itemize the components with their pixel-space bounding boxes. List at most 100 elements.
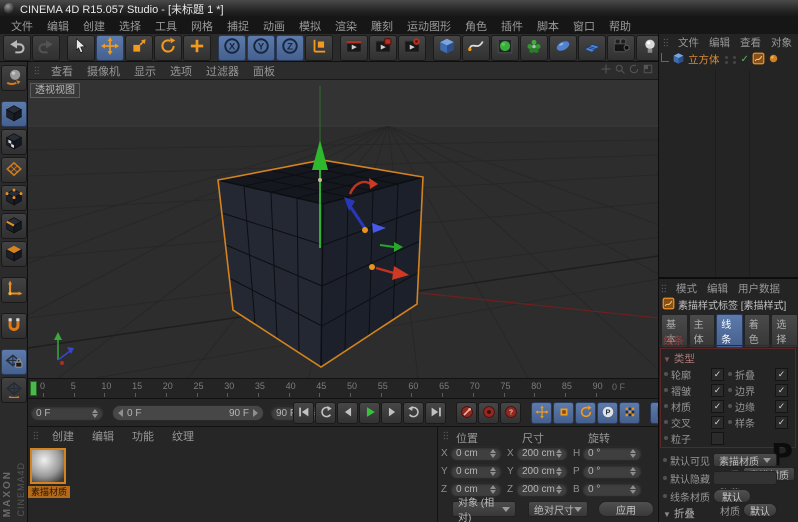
undo-button[interactable]: [3, 35, 31, 61]
material-thumbnail[interactable]: [30, 448, 66, 484]
play-loop-button[interactable]: [403, 402, 424, 424]
menu-item-8[interactable]: 模拟: [292, 17, 328, 35]
coord-stepper[interactable]: [490, 467, 496, 476]
current-frame-field[interactable]: 0 F: [30, 405, 104, 421]
type-group-header[interactable]: ▼类型: [663, 351, 695, 366]
lock-y-axis-button[interactable]: Y: [247, 35, 275, 61]
viewport-label[interactable]: 透视视图: [30, 83, 80, 98]
line-type-checkbox[interactable]: ✓: [711, 384, 724, 397]
coord-r-field[interactable]: 0 °: [582, 446, 642, 461]
om-menu-item-1[interactable]: 编辑: [704, 35, 735, 50]
coord-stepper[interactable]: [490, 485, 496, 494]
gizmo-handle-2[interactable]: [369, 264, 375, 270]
viewport-rotate-icon[interactable]: [628, 63, 640, 78]
viewport-menu-item-4[interactable]: 过滤器: [199, 63, 246, 79]
menu-item-15[interactable]: 窗口: [566, 17, 602, 35]
coord-r-field[interactable]: 0 °: [582, 482, 642, 497]
coord-p-field[interactable]: 0 cm: [450, 446, 502, 461]
viewport-menu-item-5[interactable]: 面板: [246, 63, 282, 79]
coord-p-field[interactable]: 0 cm: [450, 464, 502, 479]
coord-stepper[interactable]: [490, 449, 496, 458]
workplane-mode-button[interactable]: [1, 157, 27, 183]
live-selection-button[interactable]: [67, 35, 95, 61]
render-settings-button[interactable]: [398, 35, 426, 61]
coord-s-field[interactable]: 200 cm: [516, 446, 568, 461]
timeline-playhead[interactable]: [30, 381, 37, 396]
workplane-snap-button[interactable]: [1, 349, 27, 375]
object-manager-grip-icon[interactable]: [661, 37, 672, 48]
timeline-ruler[interactable]: 0510152025303540455055606570758085900 F: [28, 378, 658, 398]
om-menu-item-2[interactable]: 查看: [735, 35, 766, 50]
am-menu-item-2[interactable]: 用户数据: [733, 281, 785, 296]
title-bar[interactable]: CINEMA 4D R15.057 Studio - [未标题 1 *]: [0, 0, 798, 17]
line-type-checkbox[interactable]: ✓: [775, 384, 788, 397]
record-keyframe-button[interactable]: [456, 402, 477, 424]
gizmo-handle-1[interactable]: [362, 227, 368, 233]
line-type-checkbox[interactable]: ✓: [775, 400, 788, 413]
play-backwards-button[interactable]: [315, 402, 336, 424]
viewport-zoom-icon[interactable]: [614, 63, 626, 78]
previous-frame-button[interactable]: [337, 402, 358, 424]
sketch-style-tag[interactable]: [752, 52, 765, 68]
add-environment-button[interactable]: [549, 35, 577, 61]
line-type-checkbox[interactable]: ✓: [775, 416, 788, 429]
attributes-grip-icon[interactable]: [659, 283, 670, 294]
menu-item-1[interactable]: 编辑: [40, 17, 76, 35]
material-menu-item-2[interactable]: 功能: [123, 428, 163, 444]
line-type-checkbox[interactable]: ✓: [775, 368, 788, 381]
menu-item-2[interactable]: 创建: [76, 17, 112, 35]
coord-stepper[interactable]: [556, 485, 562, 494]
size-mode-dropdown[interactable]: 绝对尺寸: [528, 501, 588, 517]
add-camera-button[interactable]: [607, 35, 635, 61]
enable-axis-button[interactable]: [1, 277, 27, 303]
play-forwards-button[interactable]: [359, 402, 380, 424]
go-to-end-button[interactable]: [425, 402, 446, 424]
phong-tag[interactable]: [768, 53, 779, 67]
key-parameter-button[interactable]: P: [597, 402, 618, 424]
menu-item-11[interactable]: 运动图形: [400, 17, 458, 35]
redo-button[interactable]: [32, 35, 60, 61]
next-frame-button[interactable]: [381, 402, 402, 424]
viewport-grip-icon[interactable]: [32, 65, 43, 76]
coordinate-mode-dropdown[interactable]: 对象 (相对): [452, 501, 516, 517]
apply-button[interactable]: 应用: [598, 501, 654, 517]
viewport-pan-icon[interactable]: [600, 63, 612, 78]
key-scale-button[interactable]: [553, 402, 574, 424]
menu-item-5[interactable]: 网格: [184, 17, 220, 35]
object-name[interactable]: 立方体: [688, 52, 720, 67]
cube-object-icon[interactable]: [672, 52, 685, 68]
add-floor-button[interactable]: [578, 35, 606, 61]
panel-splitter[interactable]: [659, 277, 798, 279]
add-subdivision-surface-button[interactable]: [491, 35, 519, 61]
menu-item-16[interactable]: 帮助: [602, 17, 638, 35]
menu-item-6[interactable]: 捕捉: [220, 17, 256, 35]
go-to-start-button[interactable]: [293, 402, 314, 424]
locked-workplane-button[interactable]: [1, 377, 27, 403]
add-spline-button[interactable]: [462, 35, 490, 61]
coord-stepper[interactable]: [556, 467, 562, 476]
enable-snap-button[interactable]: [1, 313, 27, 339]
menu-item-7[interactable]: 动画: [256, 17, 292, 35]
menu-item-10[interactable]: 雕刻: [364, 17, 400, 35]
menu-item-4[interactable]: 工具: [148, 17, 184, 35]
om-menu-item-3[interactable]: 对象: [766, 35, 797, 50]
menu-item-13[interactable]: 插件: [494, 17, 530, 35]
render-view-button[interactable]: [340, 35, 368, 61]
am-menu-item-1[interactable]: 编辑: [702, 281, 733, 296]
coord-r-field[interactable]: 0 °: [582, 464, 642, 479]
edges-mode-button[interactable]: [1, 213, 27, 239]
lock-z-axis-button[interactable]: Z: [276, 35, 304, 61]
attribute-row-dropdown[interactable]: [713, 471, 777, 485]
materials-grip-icon[interactable]: [31, 430, 42, 441]
attribute-row-dropdown[interactable]: 素描材质: [713, 453, 777, 467]
viewport-menu-item-2[interactable]: 显示: [127, 63, 163, 79]
key-position-button[interactable]: [531, 402, 552, 424]
perspective-viewport[interactable]: 查看摄像机显示选项过滤器面板 透视视图: [28, 62, 658, 378]
make-editable-button[interactable]: [1, 65, 27, 91]
range-left-arrow[interactable]: [118, 409, 123, 417]
viewport-menu-item-1[interactable]: 摄像机: [80, 63, 127, 79]
fold-group-header[interactable]: ▼折叠: [663, 506, 695, 521]
model-mode-button[interactable]: [1, 101, 27, 127]
menu-item-0[interactable]: 文件: [4, 17, 40, 35]
viewport-menu-item-3[interactable]: 选项: [163, 63, 199, 79]
